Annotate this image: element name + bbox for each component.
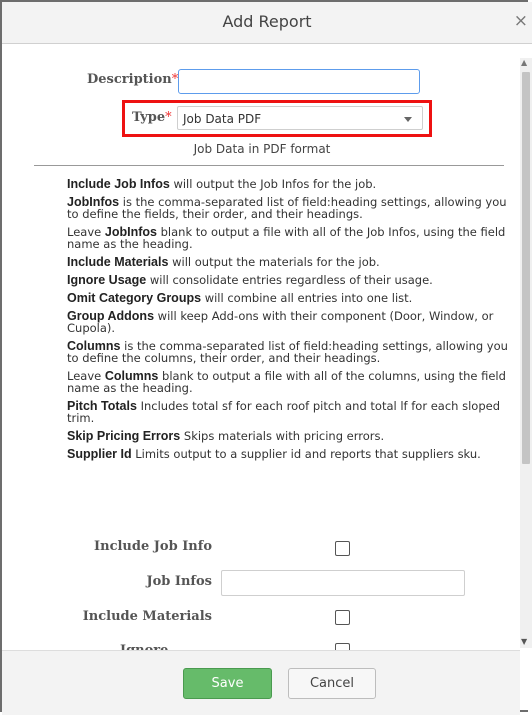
divider <box>34 165 504 166</box>
required-marker: * <box>165 110 172 125</box>
description-label: Description* <box>87 72 179 87</box>
cancel-button[interactable]: Cancel <box>288 668 376 699</box>
scroll-down-arrow-icon[interactable]: ▼ <box>521 637 527 646</box>
dialog-title: Add Report <box>222 12 312 31</box>
help-line: JobInfos is the comma-separated list of … <box>67 195 507 221</box>
help-line: Ignore Usage will consolidate entries re… <box>67 273 433 287</box>
help-line: Supplier Id Limits output to a supplier … <box>67 447 481 461</box>
include-materials-label: Include Materials <box>82 609 212 624</box>
include-job-info-checkbox[interactable] <box>335 541 350 556</box>
type-label: Type* <box>132 110 172 125</box>
help-line: Leave Columns blank to output a file wit… <box>67 369 506 395</box>
close-icon[interactable]: × <box>514 11 528 31</box>
help-line: Group Addons will keep Add-ons with thei… <box>67 309 494 335</box>
type-select-value: Job Data PDF <box>183 112 262 126</box>
save-button[interactable]: Save <box>183 668 272 699</box>
help-line: Columns is the comma-separated list of f… <box>67 339 508 365</box>
help-line: Skip Pricing Errors Skips materials with… <box>67 429 385 443</box>
ignore-usage-label: Ignore Usage <box>120 643 180 650</box>
help-line: Leave JobInfos blank to output a file wi… <box>67 225 506 251</box>
description-input[interactable] <box>178 69 420 94</box>
job-infos-input[interactable] <box>221 570 465 596</box>
scrollbar-thumb[interactable] <box>522 72 530 464</box>
type-select[interactable]: Job Data PDF <box>177 106 423 130</box>
type-description: Job Data in PDF format <box>193 142 331 156</box>
help-line: Pitch Totals Includes total sf for each … <box>67 399 501 425</box>
ignore-usage-checkbox[interactable] <box>335 643 350 650</box>
help-line: Omit Category Groups will combine all en… <box>67 291 413 305</box>
add-report-dialog: Add Report × ▲ ▼ Description* Type* Job … <box>0 0 532 715</box>
dialog-titlebar: Add Report × <box>2 2 532 44</box>
include-materials-checkbox[interactable] <box>335 610 350 625</box>
job-infos-label: Job Infos <box>146 574 212 589</box>
scroll-up-arrow-icon[interactable]: ▲ <box>521 58 527 67</box>
include-job-info-label: Include Job Info <box>94 539 212 554</box>
chevron-down-icon <box>404 117 412 122</box>
help-text: Include Job Infos will output the Job In… <box>67 177 519 461</box>
help-line: Include Job Infos will output the Job In… <box>67 177 377 191</box>
help-line: Include Materials will output the materi… <box>67 255 380 269</box>
